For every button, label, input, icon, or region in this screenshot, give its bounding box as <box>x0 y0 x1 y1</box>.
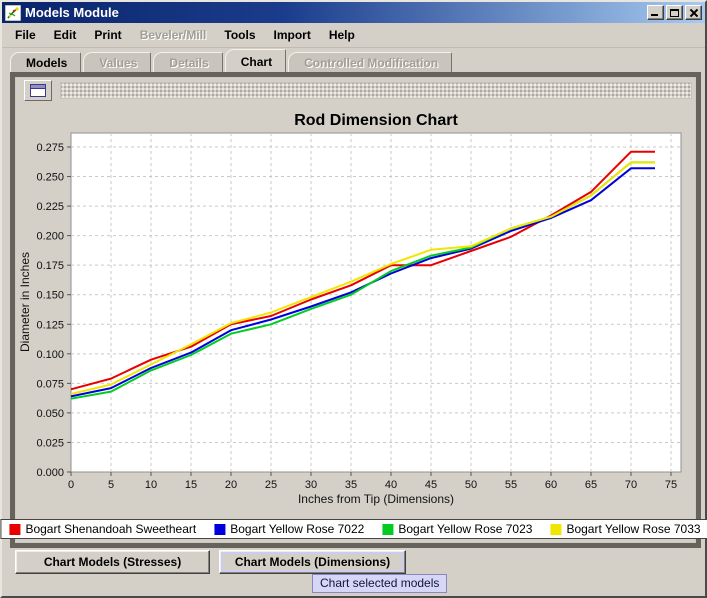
x-tick-label: 60 <box>545 479 557 491</box>
x-tick-label: 5 <box>108 479 114 491</box>
x-tick-label: 25 <box>265 479 277 491</box>
menu-help[interactable]: Help <box>320 24 364 46</box>
legend-swatch <box>382 524 393 535</box>
menu-edit[interactable]: Edit <box>45 24 86 46</box>
x-tick-label: 0 <box>68 479 74 491</box>
maximize-button[interactable] <box>666 5 683 20</box>
legend-item: Bogart Yellow Rose 7022 <box>214 522 364 536</box>
legend-label: Bogart Yellow Rose 7033 <box>566 522 700 536</box>
legend-label: Bogart Shenandoah Sweetheart <box>25 522 196 536</box>
legend-swatch <box>9 524 20 535</box>
menu-print[interactable]: Print <box>85 24 130 46</box>
x-tick-label: 20 <box>225 479 237 491</box>
y-tick-label: 0.200 <box>36 231 64 243</box>
chart-models-stresses-button[interactable]: Chart Models (Stresses) <box>15 550 210 574</box>
menu-import[interactable]: Import <box>265 24 320 46</box>
window-title: Models Module <box>25 5 647 20</box>
y-axis-label: Diameter in Inches <box>18 252 32 352</box>
close-button[interactable] <box>685 5 702 20</box>
x-tick-label: 45 <box>425 479 437 491</box>
legend-label: Bogart Yellow Rose 7022 <box>230 522 364 536</box>
models-module-window: Models Module FileEditPrintBeveler/MillT… <box>0 0 707 598</box>
y-tick-label: 0.000 <box>36 467 64 479</box>
x-tick-label: 75 <box>665 479 677 491</box>
x-tick-label: 15 <box>185 479 197 491</box>
x-tick-label: 50 <box>465 479 477 491</box>
menu-beveler-mill: Beveler/Mill <box>131 24 216 46</box>
rod-dimension-chart: Rod Dimension Chart Inches from Tip (Dim… <box>16 102 692 517</box>
chart-selected-models-tooltip: Chart selected models <box>312 574 447 593</box>
maximize-icon <box>670 9 679 17</box>
app-icon <box>5 5 21 21</box>
x-tick-label: 35 <box>345 479 357 491</box>
chart-title: Rod Dimension Chart <box>294 112 458 129</box>
title-bar: Models Module <box>2 2 705 23</box>
menu-tools[interactable]: Tools <box>215 24 264 46</box>
minimize-icon <box>651 14 658 16</box>
toolbar-drag-texture <box>60 82 692 99</box>
close-icon <box>689 8 699 18</box>
chart-legend: Bogart Shenandoah Sweetheart Bogart Yello… <box>0 519 707 539</box>
y-tick-label: 0.100 <box>36 349 64 361</box>
legend-item: Bogart Yellow Rose 7023 <box>382 522 532 536</box>
toolbar-frame-button[interactable] <box>24 80 52 101</box>
legend-label: Bogart Yellow Rose 7023 <box>398 522 532 536</box>
tab-values: Values <box>83 52 151 72</box>
plot-area <box>71 133 681 472</box>
legend-item: Bogart Yellow Rose 7033 <box>550 522 700 536</box>
x-axis-label: Inches from Tip (Dimensions) <box>298 492 454 506</box>
y-tick-label: 0.275 <box>36 142 64 154</box>
y-tick-label: 0.150 <box>36 290 64 302</box>
y-tick-label: 0.025 <box>36 437 64 449</box>
legend-swatch <box>550 524 561 535</box>
x-tick-label: 65 <box>585 479 597 491</box>
x-tick-label: 55 <box>505 479 517 491</box>
tab-models[interactable]: Models <box>10 52 81 72</box>
tab-details: Details <box>153 52 222 72</box>
y-tick-label: 0.050 <box>36 408 64 420</box>
frame-window-icon <box>30 84 46 97</box>
menu-bar: FileEditPrintBeveler/MillToolsImportHelp <box>2 23 705 48</box>
x-tick-label: 30 <box>305 479 317 491</box>
x-tick-label: 40 <box>385 479 397 491</box>
tab-controlled-modification: Controlled Modification <box>288 52 452 72</box>
x-tick-label: 10 <box>145 479 157 491</box>
y-tick-label: 0.250 <box>36 172 64 184</box>
chart-models-dimensions-button[interactable]: Chart Models (Dimensions) <box>219 550 406 574</box>
tab-chart[interactable]: Chart <box>225 49 286 72</box>
menu-file[interactable]: File <box>6 24 45 46</box>
x-tick-label: 70 <box>625 479 637 491</box>
y-tick-label: 0.075 <box>36 378 64 390</box>
legend-swatch <box>214 524 225 535</box>
y-tick-label: 0.225 <box>36 201 64 213</box>
tab-bar: ModelsValuesDetailsChartControlled Modif… <box>10 49 454 72</box>
minimize-button[interactable] <box>647 5 664 20</box>
y-tick-label: 0.175 <box>36 260 64 272</box>
legend-item: Bogart Shenandoah Sweetheart <box>9 522 196 536</box>
y-tick-label: 0.125 <box>36 319 64 331</box>
